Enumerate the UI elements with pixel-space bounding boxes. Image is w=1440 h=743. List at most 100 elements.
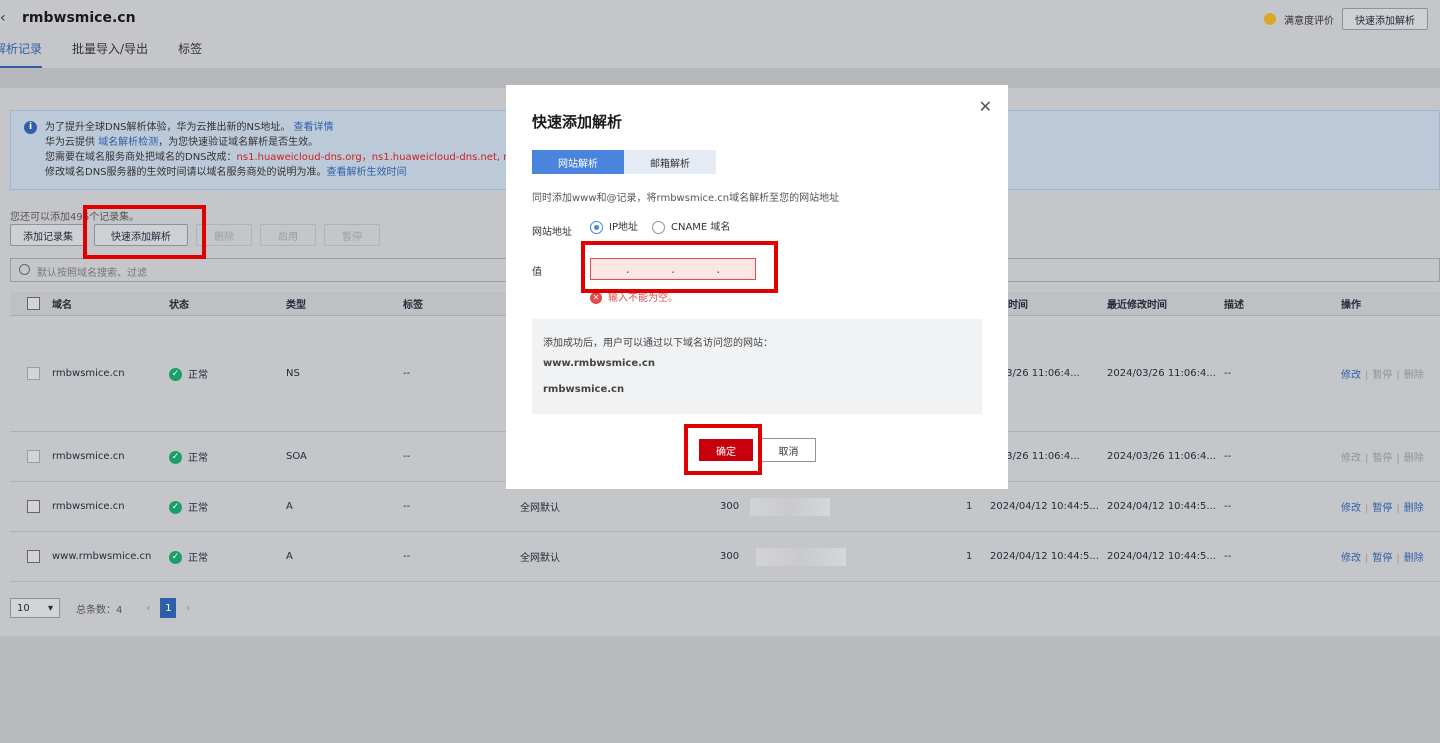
result-intro: 添加成功后，用户可以通过以下域名访问您的网站：: [543, 338, 773, 349]
row-tag: --: [403, 551, 411, 562]
row-ops: 修改 | 暂停 | 删除: [1341, 553, 1424, 564]
tab-records[interactable]: 解析记录: [0, 40, 43, 68]
radio-ip-label: IP地址: [609, 222, 638, 233]
row-domain: rmbwsmice.cn: [52, 368, 125, 379]
radio-cname-label: CNAME 域名: [671, 222, 731, 233]
notice-line-2-tail: ，为您快速验证域名解析是否生效。: [158, 137, 319, 148]
next-page-icon[interactable]: ›: [186, 603, 190, 614]
quick-add-button-top[interactable]: 快速添加解析: [1342, 8, 1428, 30]
row-desc: --: [1224, 451, 1232, 462]
check-icon: ✓: [169, 551, 182, 565]
edit-link: 修改: [1341, 453, 1361, 464]
row-type: SOA: [286, 451, 307, 462]
info-icon: i: [24, 121, 37, 134]
col-desc: 描述: [1224, 300, 1244, 311]
close-icon[interactable]: ✕: [979, 97, 992, 116]
result-root: rmbwsmice.cn: [543, 384, 625, 395]
smile-icon: [1264, 13, 1276, 25]
check-icon: ✓: [169, 501, 182, 515]
highlight-box: [83, 205, 206, 259]
row-checkbox: [27, 450, 40, 463]
notice-line-4: 修改域名DNS服务器的生效时间请以域名服务商处的说明为准。: [45, 167, 327, 178]
row-desc: --: [1224, 551, 1232, 562]
enable-button[interactable]: 启用: [260, 224, 316, 246]
ns-addresses: ns1.huaweicloud-dns.org，ns1.huaweicloud-…: [236, 152, 537, 163]
tab-website-resolution[interactable]: 网站解析: [532, 150, 624, 174]
row-weight: 1: [966, 501, 973, 512]
row-modified: 2024/04/12 10:44:5...: [1107, 551, 1216, 562]
row-modified: 2024/03/26 11:06:4...: [1107, 451, 1216, 462]
row-domain: rmbwsmice.cn: [52, 451, 125, 462]
page-size-select[interactable]: 10 ▾: [10, 598, 60, 618]
row-checkbox[interactable]: [27, 550, 40, 563]
view-details-link[interactable]: 查看详情: [294, 122, 334, 133]
dns-check-link[interactable]: 域名解析检测: [98, 137, 158, 148]
search-placeholder: 默认按照域名搜索、过滤: [37, 268, 147, 279]
error-text: 输入不能为空。: [608, 293, 678, 304]
col-type[interactable]: 类型: [286, 296, 306, 311]
row-checkbox[interactable]: [27, 367, 40, 380]
select-all-checkbox[interactable]: [27, 297, 40, 310]
radio-ip[interactable]: IP地址: [590, 218, 638, 234]
tab-import-export[interactable]: 批量导入/导出: [72, 40, 148, 68]
row-tag: --: [403, 451, 411, 462]
edit-link[interactable]: 修改: [1341, 553, 1361, 564]
check-icon: ✓: [169, 451, 182, 465]
page-size-value: 10: [17, 602, 30, 614]
dialog-tabs: 网站解析 邮箱解析: [532, 150, 716, 174]
caret-down-icon: ▾: [47, 602, 53, 614]
page-1-button[interactable]: 1: [160, 598, 177, 618]
back-icon[interactable]: ‹: [0, 10, 6, 26]
row-checkbox[interactable]: [27, 500, 40, 513]
pause-link[interactable]: 暂停: [1372, 503, 1392, 514]
pause-link[interactable]: 暂停: [1372, 553, 1392, 564]
value-label: 值: [532, 267, 542, 278]
highlight-box: [581, 241, 778, 293]
row-type: NS: [286, 368, 300, 379]
highlight-box: [684, 424, 762, 475]
status-text: 正常: [188, 369, 208, 381]
tab-mail-resolution[interactable]: 邮箱解析: [624, 150, 716, 174]
status-text: 正常: [188, 552, 208, 564]
row-created: 2024/04/12 10:44:5...: [990, 551, 1099, 562]
row-tag: --: [403, 368, 411, 379]
page-title: rmbwsmice.cn: [22, 10, 136, 26]
redacted-value: [756, 547, 846, 566]
delete-link[interactable]: 删除: [1404, 503, 1424, 514]
notice-text: 为了提升全球DNS解析体验，华为云推出新的NS地址。 查看详情 华为云提供 域名…: [45, 120, 537, 180]
col-tag: 标签: [403, 300, 423, 311]
table-row: www.rmbwsmice.cn ✓ 正常 A -- 全网默认 300 1 202…: [10, 532, 1440, 582]
page-header: ‹ rmbwsmice.cn 解析记录 批量导入/导出 标签 满意度评价 快速添…: [0, 0, 1440, 68]
notice-line-1: 为了提升全球DNS解析体验，华为云推出新的NS地址。: [45, 122, 291, 133]
check-icon: ✓: [169, 368, 182, 382]
col-status: 状态: [169, 300, 189, 311]
row-line: 全网默认: [520, 553, 560, 564]
prev-page-icon[interactable]: ‹: [146, 603, 150, 614]
col-domain[interactable]: 域名: [52, 296, 72, 311]
notice-line-2: 华为云提供: [45, 137, 95, 148]
header-actions: 满意度评价 快速添加解析: [1264, 8, 1428, 30]
row-status: ✓ 正常: [169, 449, 208, 465]
cancel-button[interactable]: 取消: [761, 438, 816, 462]
delete-link: 删除: [1403, 453, 1424, 464]
col-ops: 操作: [1341, 300, 1361, 311]
satisfaction-link[interactable]: 满意度评价: [1284, 12, 1334, 27]
pause-button[interactable]: 暂停: [324, 224, 380, 246]
row-domain: rmbwsmice.cn: [52, 501, 125, 512]
delete-link[interactable]: 删除: [1404, 553, 1424, 564]
row-type: A: [286, 551, 293, 562]
effective-time-link[interactable]: 查看解析生效时间: [327, 167, 407, 178]
row-created: 2024/04/12 10:44:5...: [990, 501, 1099, 512]
tab-tags[interactable]: 标签: [178, 40, 202, 68]
edit-link[interactable]: 修改: [1341, 503, 1361, 514]
delete-link: 删除: [1403, 370, 1424, 381]
edit-link[interactable]: 修改: [1341, 370, 1361, 381]
add-record-button[interactable]: 添加记录集: [10, 224, 86, 246]
row-line: 全网默认: [520, 503, 560, 514]
row-status: ✓ 正常: [169, 366, 208, 382]
radio-cname[interactable]: CNAME 域名: [652, 218, 730, 234]
col-modified: 最近修改时间: [1107, 300, 1167, 311]
row-modified: 2024/03/26 11:06:4...: [1107, 368, 1216, 379]
footer-area: [0, 636, 1440, 743]
row-desc: --: [1224, 368, 1232, 379]
